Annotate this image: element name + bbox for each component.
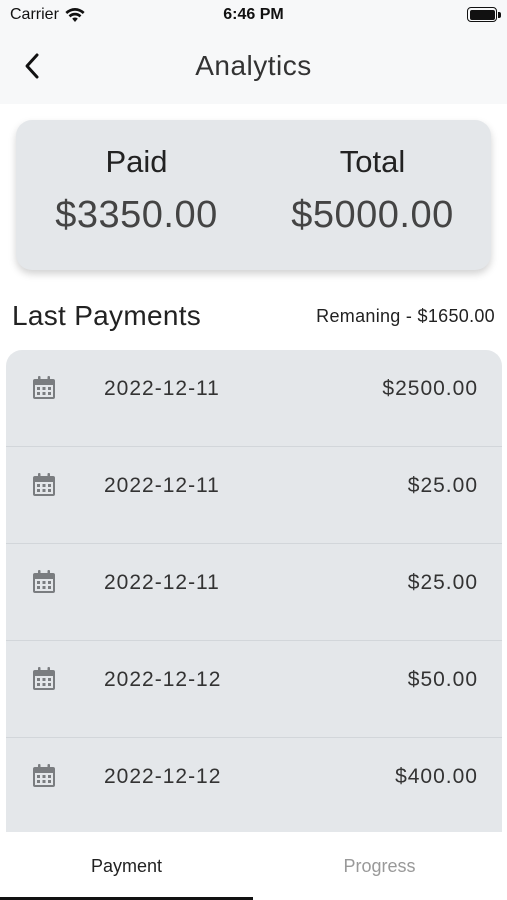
list-item[interactable]: 2022-12-11 $25.00	[6, 544, 502, 641]
list-item[interactable]: 2022-12-11 $25.00	[6, 447, 502, 544]
payment-date: 2022-12-11	[104, 571, 220, 594]
payments-list[interactable]: 2022-12-11 $2500.00 2022-12-11 $25.00 20…	[6, 350, 502, 832]
payment-date: 2022-12-12	[104, 765, 222, 788]
total-summary: Total $5000.00	[254, 144, 491, 237]
list-item[interactable]: 2022-12-12 $50.00	[6, 641, 502, 738]
calendar-icon	[33, 376, 55, 399]
payment-amount: $25.00	[407, 474, 478, 497]
payment-amount: $2500.00	[382, 377, 478, 400]
remaining-amount: Remaning - $1650.00	[316, 306, 495, 326]
payment-amount: $50.00	[407, 668, 478, 691]
list-item[interactable]: 2022-12-12 $400.00	[6, 738, 502, 832]
calendar-icon	[33, 667, 55, 690]
payment-date: 2022-12-12	[104, 668, 222, 691]
calendar-icon	[33, 764, 55, 787]
status-bar: Carrier 6:46 PM	[0, 0, 507, 32]
summary-card: Paid $3350.00 Total $5000.00	[16, 120, 491, 270]
battery-icon	[467, 7, 501, 22]
section-title: Last Payments	[12, 300, 202, 331]
payment-amount: $400.00	[395, 765, 478, 788]
total-value: $5000.00	[291, 194, 454, 236]
status-time: 6:46 PM	[223, 6, 284, 23]
nav-bar: Analytics	[0, 32, 507, 104]
calendar-icon	[33, 570, 55, 593]
tab-progress[interactable]: Progress	[253, 832, 506, 900]
page-title: Analytics	[195, 50, 312, 81]
payment-amount: $25.00	[407, 571, 478, 594]
paid-label: Paid	[105, 144, 168, 179]
list-item[interactable]: 2022-12-11 $2500.00	[6, 350, 502, 447]
payment-date: 2022-12-11	[104, 474, 220, 497]
paid-summary: Paid $3350.00	[18, 144, 255, 237]
total-label: Total	[339, 144, 406, 179]
tab-bar: Payment Progress	[0, 832, 507, 900]
tab-payment[interactable]: Payment	[0, 832, 253, 900]
payment-date: 2022-12-11	[104, 377, 220, 400]
paid-value: $3350.00	[55, 194, 218, 236]
calendar-icon	[33, 473, 55, 496]
